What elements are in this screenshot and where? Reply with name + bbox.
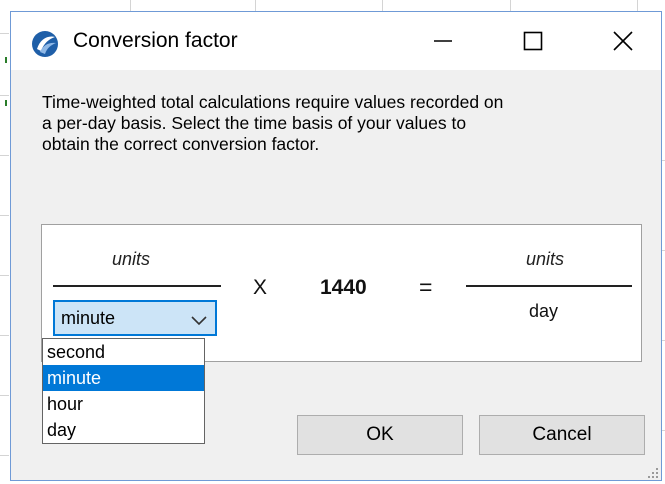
ok-button[interactable]: OK	[297, 415, 463, 455]
grid-line	[0, 395, 9, 396]
cell-marker	[5, 57, 7, 63]
cell-marker	[5, 100, 7, 106]
chevron-down-icon	[191, 313, 207, 331]
grid-line	[0, 215, 9, 216]
dialog-title: Conversion factor	[73, 29, 238, 52]
left-numerator-units: units	[112, 249, 151, 269]
close-button[interactable]	[589, 12, 657, 70]
option-minute[interactable]: minute	[43, 365, 204, 391]
option-second[interactable]: second	[43, 339, 204, 365]
time-basis-selected-value: minute	[61, 308, 116, 328]
time-basis-dropdown-list: second minute hour day	[42, 338, 205, 444]
title-bar[interactable]: Conversion factor	[11, 12, 661, 70]
time-basis-select[interactable]: minute	[53, 300, 217, 336]
minimize-icon	[433, 31, 453, 51]
right-numerator-units: units	[526, 249, 565, 269]
minimize-button[interactable]	[409, 12, 477, 70]
resize-grip-icon[interactable]	[647, 466, 659, 478]
app-logo-icon	[31, 30, 59, 58]
maximize-icon	[523, 31, 543, 51]
close-icon	[613, 31, 633, 51]
right-fraction-bar	[466, 285, 632, 287]
option-hour[interactable]: hour	[43, 391, 204, 417]
grid-line	[0, 275, 9, 276]
grid-line	[0, 95, 9, 96]
option-day[interactable]: day	[43, 417, 204, 443]
description-text: Time-weighted total calculations require…	[42, 92, 504, 154]
grid-line	[0, 33, 9, 34]
left-fraction-bar	[53, 285, 221, 287]
grid-line	[0, 155, 9, 156]
multiply-operator: X	[253, 276, 268, 299]
right-denominator-day: day	[529, 301, 559, 321]
conversion-factor-value: 1440	[320, 276, 367, 299]
cancel-button[interactable]: Cancel	[479, 415, 645, 455]
grid-line	[0, 335, 9, 336]
equals-operator: =	[419, 274, 433, 300]
maximize-button[interactable]	[499, 12, 567, 70]
grid-line	[0, 455, 9, 456]
